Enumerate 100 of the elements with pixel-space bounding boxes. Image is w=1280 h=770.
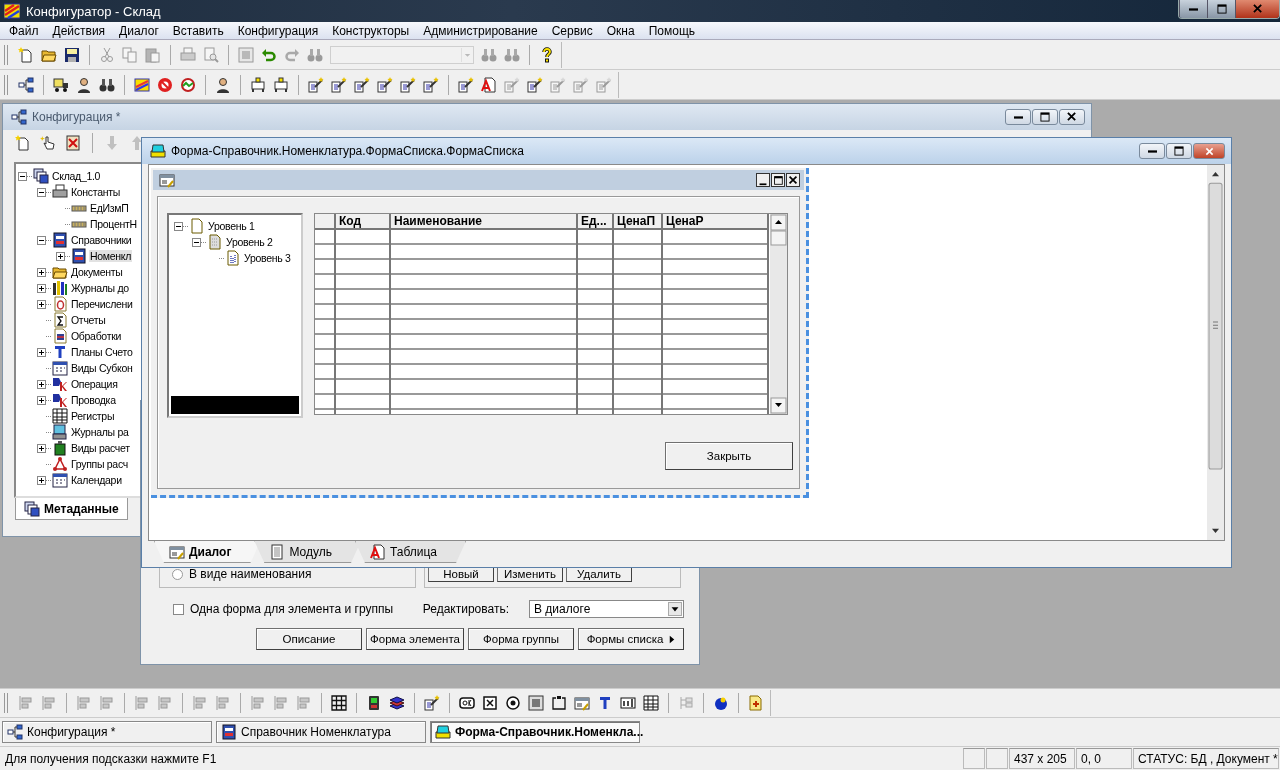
form-icon [159,172,175,188]
form-icon [169,543,185,560]
maximize-button[interactable] [1166,143,1192,159]
table-control[interactable]: Код Наименование Ед... ЦенаП ЦенаР [314,213,788,415]
window-title: Конфигурация * [32,110,121,124]
add-doc-icon[interactable] [748,695,764,711]
maximize-icon [1040,112,1050,122]
close-button[interactable] [1235,0,1279,18]
text-field-icon[interactable] [620,695,636,711]
question-icon[interactable] [539,46,555,63]
wand-icon[interactable] [458,76,474,93]
menu-item[interactable]: Сервис [544,23,600,38]
diagram-icon[interactable] [18,76,34,93]
push-button-icon[interactable] [459,695,475,711]
letter-doc-icon[interactable] [481,76,497,93]
column-header[interactable]: Ед... [578,214,612,230]
form-icon[interactable] [574,695,590,711]
menu-item[interactable]: Помощь [641,23,703,38]
grid-page-icon [225,250,241,266]
maximize-icon[interactable] [771,173,785,187]
minimize-icon [1013,115,1023,119]
t-shape-icon[interactable] [597,695,613,711]
window-tab[interactable]: Конфигурация * [2,721,212,743]
collapse-icon[interactable] [192,237,201,247]
person-icon[interactable] [215,76,231,93]
corner-header [315,214,334,230]
menu-item[interactable]: Файл [2,23,46,38]
block-icon [52,440,68,456]
tree-item[interactable]: Уровень 2 [225,236,274,248]
status-text: СТАТУС: БД , Документ * [1133,748,1279,769]
wand-icon[interactable] [377,76,393,93]
close-icon[interactable] [786,173,800,187]
diagram-icon [7,724,23,740]
minimize-button[interactable] [1179,0,1207,18]
new-page-icon[interactable] [18,46,34,63]
minimize-icon[interactable] [756,173,770,187]
diagram-icon [11,109,27,125]
tree-item[interactable]: Уровень 1 [207,220,256,232]
groupbox-icon[interactable] [551,695,567,711]
checkbox-label: Одна форма для элемента и группы [190,602,394,616]
frame-icon[interactable] [528,695,544,711]
books-icon [52,280,68,296]
position-readout: 0, 0 [1076,748,1132,769]
wand-icon[interactable] [331,76,347,93]
close-icon [1252,4,1263,14]
person-icon[interactable] [76,76,92,93]
maximize-button[interactable] [1207,0,1235,18]
menu-item[interactable]: Окна [599,23,642,38]
menu-item[interactable]: Вставить [165,23,231,38]
menu-item[interactable]: Действия [45,23,113,38]
folder-icon [52,264,68,280]
status-hint: Для получения подсказки нажмите F1 [4,750,218,768]
close-icon [1067,112,1077,122]
menu-item[interactable]: Администрирование [416,23,545,38]
page-icon [189,218,205,234]
column-header[interactable]: ЦенаП [614,214,661,230]
ball-icon[interactable] [713,695,729,711]
binoculars-icon[interactable] [99,76,115,93]
stop-icon[interactable] [157,76,173,93]
gauge-icon[interactable] [180,76,196,93]
table-icon[interactable] [643,695,659,711]
column-header[interactable]: Код [336,214,389,230]
column-header[interactable]: Наименование [391,214,576,230]
minimize-icon [1189,7,1198,11]
form-window-icon [150,143,166,159]
device-icon[interactable] [366,695,382,711]
tab[interactable]: Таблица [354,541,466,563]
wand-icon[interactable] [354,76,370,93]
stack-icon [33,168,49,184]
document-icon [52,328,68,344]
radio-icon[interactable] [505,695,521,711]
layers-icon[interactable] [389,695,405,711]
menu-item[interactable]: Конструкторы [325,23,417,38]
vertical-scrollbar[interactable] [770,214,787,414]
tree-control[interactable]: Уровень 1 Уровень 2 Уровень 3 [167,213,303,418]
wand-icon[interactable] [308,76,324,93]
menu-item[interactable]: Диалог [112,23,166,38]
menu-item[interactable]: Конфигурация [230,23,326,38]
window-tab[interactable]: Справочник Номенклатура [216,721,426,743]
monitor-icon [52,424,68,440]
letter-doc-icon [369,543,386,560]
tree-item[interactable]: Уровень 3 [243,252,292,264]
wand-icon[interactable] [527,76,543,93]
printer-icon [52,184,68,200]
field-label: Редактировать: [422,602,509,616]
column-header[interactable]: ЦенаР [663,214,767,230]
vertical-scrollbar[interactable] [1207,165,1224,540]
truck-icon[interactable] [53,76,69,93]
notepad-icon [269,543,286,560]
wand-icon[interactable] [423,76,439,93]
collapse-icon[interactable] [174,221,183,231]
wand-icon[interactable] [400,76,416,93]
close-button[interactable]: Закрыть [665,442,793,470]
grid-icon[interactable] [331,695,347,711]
minimize-button[interactable] [1139,143,1165,159]
t-shape-icon [52,344,68,360]
wand-icon[interactable] [424,695,440,711]
checkbox-icon[interactable] [482,695,498,711]
sigma-icon [52,312,68,328]
card-icon[interactable] [134,76,150,93]
